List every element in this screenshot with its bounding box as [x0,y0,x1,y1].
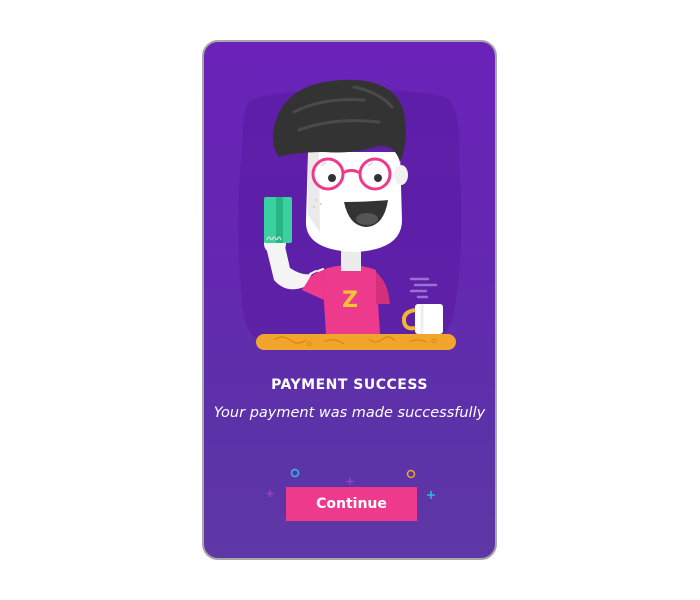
eye-right [374,174,382,182]
man-holding-card-illustration: Z [238,79,462,350]
page: Z PAYMENT SUCCESS Your payment was made … [0,0,700,600]
table [256,334,456,350]
eye-left [328,174,336,182]
plus-icon [427,491,435,499]
success-title: PAYMENT SUCCESS [271,377,428,393]
continue-button[interactable]: Continue [286,487,417,521]
circle-icon [290,468,300,478]
ear [394,165,408,185]
payment-success-card: Z PAYMENT SUCCESS Your payment was made … [202,40,497,560]
plus-icon [266,490,274,497]
shirt-logo: Z [342,288,358,313]
credit-card-icon [264,197,292,243]
plus-icon [346,478,354,485]
success-message: Your payment was made successfully [213,405,486,421]
circle-icon [406,469,416,479]
